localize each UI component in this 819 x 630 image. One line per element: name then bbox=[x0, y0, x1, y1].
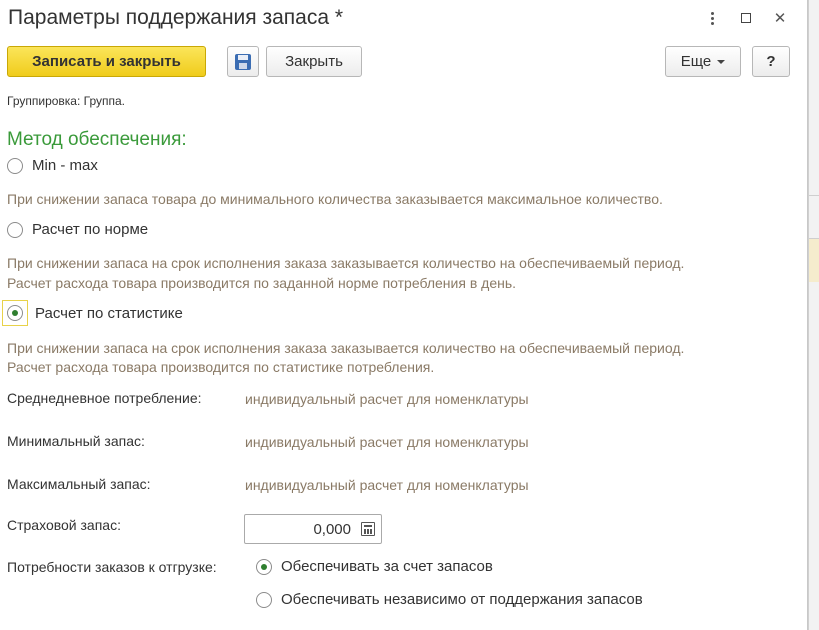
radio-min-max[interactable]: Min - max bbox=[7, 157, 98, 174]
more-menu-label: Еще bbox=[680, 53, 712, 70]
max-stock-label: Максимальный запас: bbox=[7, 476, 151, 492]
more-menu-button[interactable]: Еще bbox=[665, 46, 741, 77]
save-and-close-button[interactable]: Записать и закрыть bbox=[7, 46, 206, 77]
radio-button-selected[interactable] bbox=[7, 305, 23, 321]
min-stock-value: индивидуальный расчет для номенклатуры bbox=[245, 434, 529, 450]
radio-label: Обеспечивать за счет запасов bbox=[281, 558, 493, 575]
order-needs-label: Потребности заказов к отгрузке: bbox=[7, 559, 217, 575]
safety-stock-label: Страховой запас: bbox=[7, 517, 121, 533]
close-icon[interactable]: ✕ bbox=[763, 6, 797, 30]
radio-supply-independent[interactable]: Обеспечивать независимо от поддержания з… bbox=[256, 591, 643, 608]
window-title: Параметры поддержания запаса * bbox=[8, 6, 344, 29]
radio-button[interactable] bbox=[256, 591, 272, 608]
radio-button[interactable] bbox=[7, 221, 23, 238]
max-stock-value: индивидуальный расчет для номенклатуры bbox=[245, 477, 529, 493]
avg-daily-label: Среднедневное потребление: bbox=[7, 390, 202, 406]
dialog-window: Параметры поддержания запаса * ✕ Записат… bbox=[0, 0, 808, 630]
grouping-note: Группировка: Группа. bbox=[7, 94, 126, 108]
radio-button[interactable] bbox=[7, 157, 23, 174]
radio-supply-from-stock[interactable]: Обеспечивать за счет запасов bbox=[256, 558, 493, 575]
avg-daily-value: индивидуальный расчет для номенклатуры bbox=[245, 391, 529, 407]
radio-by-norm[interactable]: Расчет по норме bbox=[7, 221, 148, 238]
maximize-icon[interactable] bbox=[729, 6, 763, 30]
help-button[interactable]: ? bbox=[752, 46, 790, 77]
focus-frame bbox=[2, 300, 28, 326]
background-window-edge bbox=[808, 0, 819, 630]
radio-label: Расчет по норме bbox=[32, 221, 149, 238]
save-button[interactable] bbox=[227, 46, 259, 77]
floppy-disk-icon bbox=[235, 53, 251, 70]
close-button[interactable]: Закрыть bbox=[266, 46, 362, 77]
hint-by-norm-line-2: Расчет расхода товара производится по за… bbox=[7, 275, 517, 291]
radio-button-selected[interactable] bbox=[256, 558, 272, 575]
safety-stock-value: 0,000 bbox=[313, 521, 351, 538]
calculator-icon[interactable] bbox=[361, 522, 375, 536]
hint-by-statistics-line-1: При снижении запаса на срок исполнения з… bbox=[7, 340, 685, 356]
toolbar: Записать и закрыть Закрыть Еще ? bbox=[7, 46, 791, 78]
more-actions-icon[interactable] bbox=[695, 6, 729, 30]
safety-stock-input[interactable]: 0,000 bbox=[244, 514, 382, 544]
radio-label: Расчет по статистике bbox=[35, 304, 183, 322]
radio-by-statistics[interactable]: Расчет по статистике bbox=[2, 300, 183, 326]
hint-by-statistics-line-2: Расчет расхода товара производится по ст… bbox=[7, 359, 435, 375]
supply-method-title: Метод обеспечения: bbox=[7, 129, 187, 150]
hint-by-norm-line-1: При снижении запаса на срок исполнения з… bbox=[7, 255, 685, 271]
radio-label: Min - max bbox=[32, 157, 98, 174]
hint-min-max: При снижении запаса товара до минимально… bbox=[7, 191, 663, 207]
radio-label: Обеспечивать независимо от поддержания з… bbox=[281, 591, 643, 608]
title-controls: ✕ bbox=[695, 6, 797, 30]
min-stock-label: Минимальный запас: bbox=[7, 433, 145, 449]
chevron-down-icon bbox=[717, 59, 726, 64]
